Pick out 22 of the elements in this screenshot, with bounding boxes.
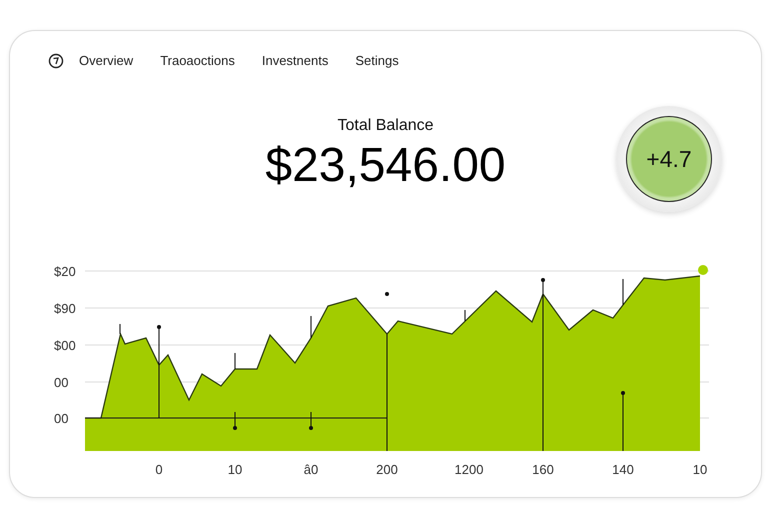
axis-label: $00 [54, 338, 76, 353]
axis-label: 10 [692, 462, 708, 477]
balance-amount: $23,546.00 [265, 142, 506, 190]
axis-label: 00 [54, 375, 68, 390]
nav-link[interactable]: Traoaoctions [160, 51, 235, 70]
axis-label: 140 [612, 462, 634, 477]
axis-label: â0 [304, 462, 318, 477]
axis-label: 10 [228, 462, 242, 477]
axis-label: 1200 [454, 462, 484, 477]
nav-link[interactable]: Setings [355, 51, 399, 70]
nav-link[interactable]: Investnents [262, 51, 328, 70]
change-badge: +4.7 [626, 116, 712, 202]
balance-label: Total Balance [337, 118, 434, 134]
logo-icon[interactable] [48, 52, 64, 69]
axis-label: $20 [54, 264, 76, 279]
endpoint-dot [698, 265, 708, 275]
nav-link[interactable]: Overview [79, 51, 134, 70]
axis-label: 200 [376, 462, 398, 477]
axis-label: 00 [54, 411, 68, 426]
axis-label: $90 [54, 301, 76, 316]
axis-label: 0 [155, 462, 163, 477]
axis-label: 160 [532, 462, 554, 477]
